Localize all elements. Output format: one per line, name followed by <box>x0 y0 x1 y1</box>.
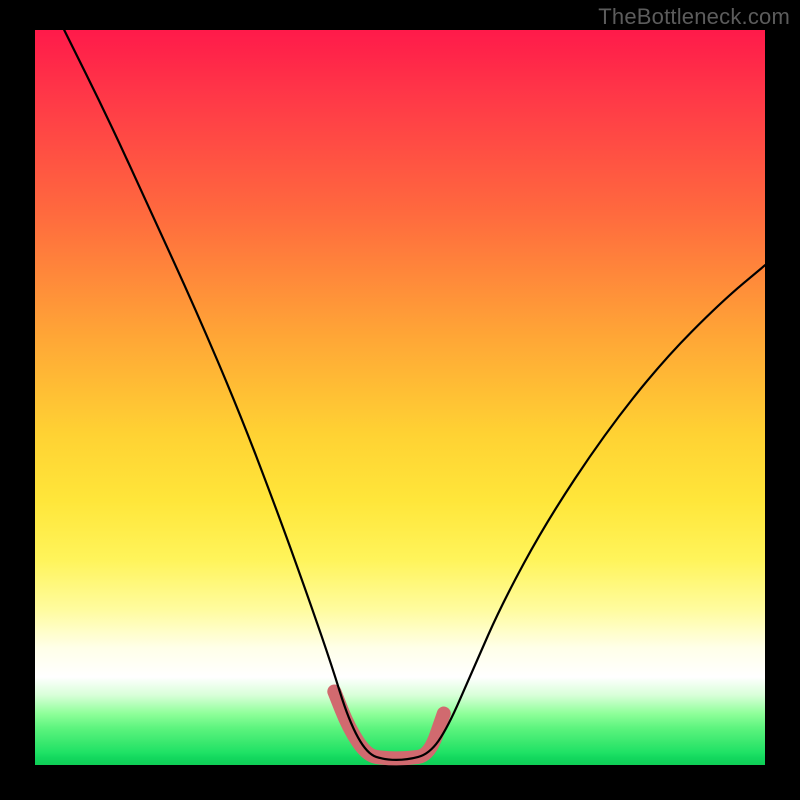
bottleneck-curve-path <box>64 30 765 760</box>
branding-watermark: TheBottleneck.com <box>598 4 790 30</box>
plot-area <box>35 30 765 765</box>
curve-layer <box>35 30 765 765</box>
chart-frame: TheBottleneck.com <box>0 0 800 800</box>
